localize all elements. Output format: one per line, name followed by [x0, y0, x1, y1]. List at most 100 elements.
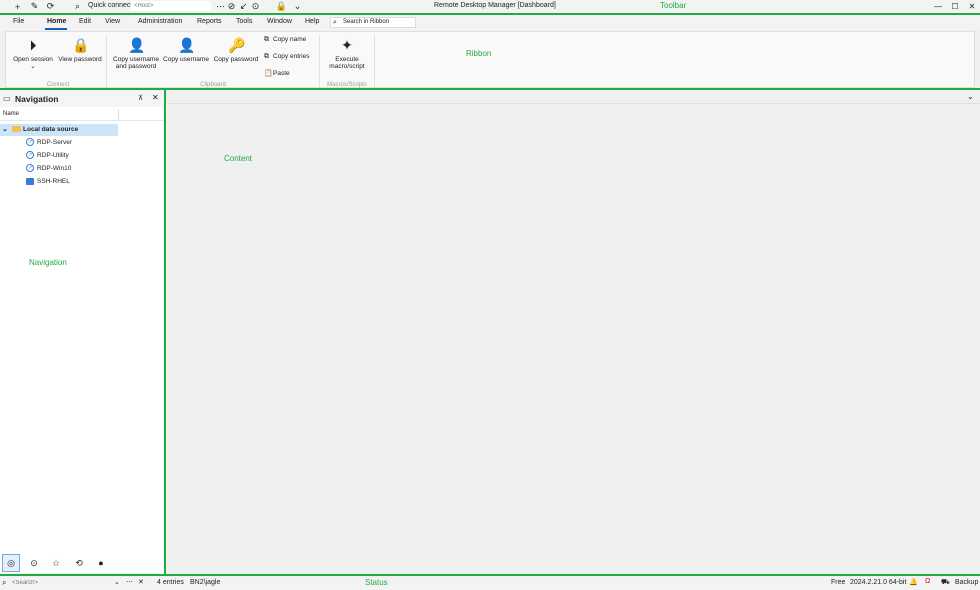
entry-label: RDP-Utility	[37, 152, 69, 159]
maximize-button[interactable]: ☐	[948, 1, 962, 12]
execute-line2: macro/script	[329, 63, 365, 70]
chevron-down-icon[interactable]: ⌄	[0, 124, 10, 136]
tree-item-rdp-server[interactable]: ↗ RDP-Server	[26, 137, 72, 149]
content-region-label: Content	[224, 154, 253, 163]
more-icon[interactable]: ⋯	[126, 578, 133, 586]
navigation-title: Navigation	[15, 94, 59, 104]
search-icon: ⌕	[2, 578, 7, 587]
tree-item-rdp-win10[interactable]: ↗ RDP-Win10	[26, 163, 71, 175]
ribbon-search-placeholder: Search in Ribbon	[343, 19, 390, 25]
open-session-label: Open session	[13, 56, 53, 63]
play-circle-icon: ⏵	[29, 37, 37, 53]
copy-username-label: Copy username	[163, 56, 209, 63]
copy-username-button[interactable]: 👤 Copy username	[162, 37, 210, 63]
entry-label: RDP-Server	[37, 139, 73, 146]
favorites-tab-button[interactable]: ☆	[47, 554, 65, 572]
navigation-panel: ▭ Navigation ⊼ ✕ Name ⌄ Local data source…	[0, 91, 164, 573]
close-icon[interactable]: ✕	[152, 93, 159, 102]
tree-item-rdp-utility[interactable]: ↗ RDP-Utility	[26, 150, 69, 162]
version-label: 2024.2.21.0 64-bit	[850, 579, 907, 586]
paste-button[interactable]: 📋Paste	[264, 69, 290, 77]
execute-line1: Execute	[335, 56, 359, 63]
copy-name-label: Copy name	[273, 36, 307, 43]
tree-root-local-data-source[interactable]: ⌄ Local data source	[0, 124, 118, 136]
group-separator	[319, 35, 320, 87]
account-tab-button[interactable]: ●	[92, 554, 110, 572]
menu-home[interactable]: Home	[47, 18, 66, 25]
open-session-button[interactable]: ⏵ Open session ⌄	[12, 37, 54, 70]
connect-icon[interactable]: ↙	[238, 1, 249, 12]
content-area: ⌄ Content	[167, 91, 980, 573]
status-search-input[interactable]	[12, 578, 117, 588]
menu-reports[interactable]: Reports	[197, 18, 222, 25]
navigation-content-divider	[164, 90, 166, 575]
pin-icon[interactable]: ⊼	[138, 94, 143, 102]
user-circle-icon: ●	[98, 558, 104, 568]
view-password-button[interactable]: 🔒 View password	[56, 37, 104, 63]
copy-entries-button[interactable]: ⧉ Copy entries	[264, 53, 310, 61]
rdp-icon: ↗	[26, 164, 34, 173]
navigation-header: ▭ Navigation ⊼ ✕	[0, 91, 164, 107]
backup-button[interactable]: Backup	[955, 579, 978, 586]
magnet-icon[interactable]: Ω	[925, 578, 930, 585]
ssh-terminal-icon	[26, 177, 34, 185]
entry-label: RDP-Win10	[37, 165, 72, 172]
host-input[interactable]	[131, 1, 211, 11]
navigation-tab-button[interactable]: ◎	[2, 554, 20, 572]
search-icon[interactable]: ⌕	[72, 1, 83, 12]
star-icon: ☆	[51, 557, 61, 568]
view-password-label: View password	[58, 56, 102, 63]
more-icon[interactable]: ⋯	[215, 1, 226, 12]
chevron-down-icon[interactable]: ⌄	[114, 578, 120, 586]
entries-count: 4 entries	[157, 579, 184, 586]
chevron-down-icon[interactable]: ⌄	[967, 92, 974, 101]
navigation-region-label: Navigation	[29, 258, 67, 267]
window-title: Remote Desktop Manager [Dashboard]	[434, 2, 556, 9]
menu-file[interactable]: File	[13, 18, 24, 25]
menu-view[interactable]: View	[105, 18, 120, 25]
chevron-down-icon[interactable]: ⌄	[292, 1, 303, 12]
menu-tools[interactable]: Tools	[236, 18, 252, 25]
copy-password-button[interactable]: 🔑 Copy password	[212, 37, 260, 63]
menu-window[interactable]: Window	[267, 18, 292, 25]
current-user: BN2\jagle	[190, 579, 221, 586]
navigation-icon: ◎	[7, 557, 15, 568]
name-column-label: Name	[3, 111, 20, 117]
copy-username-password-button[interactable]: 👤 Copy username and password	[110, 37, 162, 70]
close-button[interactable]: ✕	[965, 1, 979, 12]
title-toolbar: + ✎ ⟳ ⌕ Quick connect ⋯ ⊘ ↙ ⊙ 🔒 ⌄ Remote…	[0, 0, 980, 13]
paste-label: Paste	[273, 70, 290, 77]
add-icon[interactable]: +	[12, 1, 23, 12]
play-icon[interactable]: ⊙	[250, 1, 261, 12]
copy-key-icon: 🔑	[228, 37, 246, 53]
opened-sessions-tab-button[interactable]: ⊙	[25, 554, 43, 572]
copy-name-button[interactable]: ⧉ Copy name	[264, 36, 306, 44]
menu-bar: File Home Edit View Administration Repor…	[0, 15, 980, 30]
bell-icon[interactable]: 🔔	[909, 578, 918, 586]
execute-macro-button[interactable]: ✦ Execute macro/script	[322, 37, 372, 70]
play-circle-icon: ⊙	[30, 557, 38, 568]
tree-item-ssh-rhel[interactable]: SSH-RHEL	[26, 176, 70, 188]
rdp-icon: ↗	[26, 151, 34, 160]
lock-icon[interactable]: 🔒	[276, 1, 287, 12]
menu-administration[interactable]: Administration	[138, 18, 182, 25]
name-column-header[interactable]: Name	[0, 109, 164, 121]
ribbon: ⏵ Open session ⌄ 🔒 View password Connect…	[5, 31, 975, 88]
menu-edit[interactable]: Edit	[79, 18, 91, 25]
recent-tab-button[interactable]: ⟲	[70, 554, 88, 572]
menu-help[interactable]: Help	[305, 18, 319, 25]
minimize-button[interactable]: —	[931, 1, 945, 12]
rdp-icon: ↗	[26, 138, 34, 147]
active-tab-indicator	[45, 28, 67, 30]
clear-icon[interactable]: ✕	[138, 578, 144, 586]
protocol-icon[interactable]: ⊘	[226, 1, 237, 12]
edit-icon[interactable]: ✎	[29, 1, 40, 12]
lock-key-icon: 🔒	[72, 37, 90, 53]
history-icon: ⟲	[75, 557, 83, 568]
copy-user-icon: 👤	[178, 37, 196, 53]
license-label: Free	[831, 579, 846, 586]
refresh-icon[interactable]: ⟳	[45, 1, 56, 12]
group-separator	[374, 35, 375, 87]
ribbon-search-input[interactable]: ⌕ Search in Ribbon	[330, 17, 416, 28]
column-separator[interactable]	[118, 109, 119, 121]
